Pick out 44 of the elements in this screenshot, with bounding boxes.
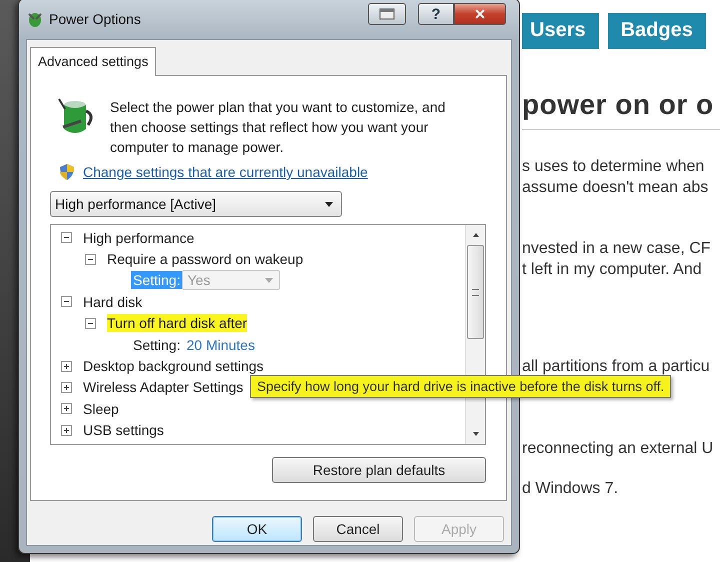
paragraph-text: assume doesn't mean abs [522, 178, 710, 198]
shield-icon [59, 163, 75, 181]
paragraph-text: d Windows 7. [522, 479, 620, 499]
paragraph-text: nvested in a new case, CF [522, 239, 712, 259]
tree-item[interactable]: Turn off hard disk after [107, 314, 248, 332]
tooltip: Specify how long your hard drive is inactive before the disk turns off. [250, 375, 672, 398]
collapse-icon[interactable] [61, 296, 72, 308]
tree-item[interactable]: Require a password on wakeup [107, 250, 304, 268]
collapse-icon[interactable] [61, 232, 72, 244]
help-button[interactable]: ? [418, 3, 454, 25]
paragraph-text: reconnecting an external U [522, 439, 714, 459]
tab[interactable]: Advanced settings [30, 47, 156, 76]
window-switch-button[interactable] [368, 3, 406, 25]
setting-value-link[interactable]: 20 Minutes [186, 336, 255, 353]
setting-label: Setting: [132, 336, 182, 354]
tree-item[interactable]: USB settings [83, 421, 164, 440]
collapse-icon[interactable] [85, 318, 96, 329]
paragraph-text: s uses to determine when [522, 157, 706, 177]
tree-item[interactable]: Wireless Adapter Settings [83, 378, 244, 396]
restore-defaults-button[interactable]: Restore plan defaults [272, 457, 486, 483]
window-icon [379, 8, 395, 20]
description-text: Select the power plan that you want to customize, and then choose settings that reflect how you want your computer to manage power. [110, 98, 446, 157]
tree-item[interactable]: High performance [83, 228, 194, 247]
caret-icon [325, 202, 333, 206]
dialog-button[interactable]: Cancel [313, 516, 403, 542]
setting-label: Setting: [131, 271, 182, 290]
expand-icon[interactable] [61, 360, 72, 372]
dialog-button[interactable]: OK [212, 516, 302, 542]
tree-item[interactable]: Hard disk [83, 292, 142, 311]
close-button[interactable]: × [454, 3, 506, 25]
window-title: Power Options [49, 11, 142, 27]
page-heading: power on or o [522, 89, 720, 130]
nav-button[interactable]: Users [522, 13, 599, 49]
tree-item[interactable]: Sleep [83, 400, 119, 418]
paragraph-text: t left in my computer. And [522, 260, 703, 280]
paragraph-text: all partitions from a particu [522, 357, 711, 377]
expand-icon[interactable] [61, 382, 72, 393]
expand-icon[interactable] [61, 403, 72, 414]
collapse-icon[interactable] [85, 254, 96, 265]
tree-item[interactable]: Desktop background settings [83, 357, 264, 376]
nav-button[interactable]: Badges [608, 13, 706, 49]
plan-dropdown[interactable]: High performance [Active] [50, 191, 342, 217]
change-settings-link[interactable]: Change settings that are currently unavailable [83, 164, 368, 180]
expand-icon[interactable] [61, 424, 72, 436]
